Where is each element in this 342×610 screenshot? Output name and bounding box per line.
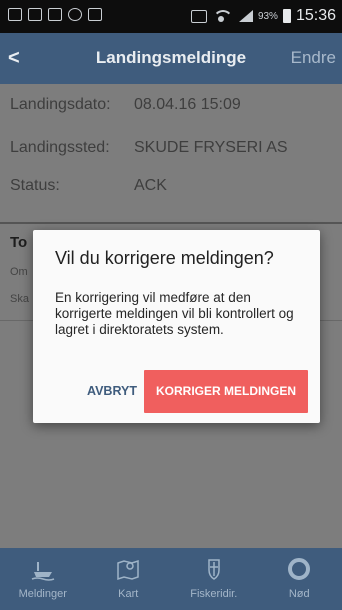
gallery-icon xyxy=(8,8,22,21)
app-bar: < Landingsmeldinge Endre xyxy=(0,33,342,84)
status-bar: 93% 15:36 xyxy=(0,0,342,33)
tab-label: Meldinger xyxy=(18,588,67,600)
email-icon xyxy=(48,8,62,21)
tab-nod[interactable]: Nød xyxy=(257,548,342,610)
section-title: To xyxy=(10,234,28,251)
detail-row-date: Landingsdato: 08.04.16 15:09 xyxy=(10,96,241,114)
detail-value: ACK xyxy=(134,177,167,194)
clock: 15:36 xyxy=(295,7,336,24)
detail-label: Status: xyxy=(10,177,60,194)
wifi-icon xyxy=(212,9,230,23)
detail-label: Landingssted: xyxy=(10,139,110,156)
bottom-tab-bar: Meldinger Kart Fiskeridir. Nød xyxy=(0,548,342,610)
dialog-message: En korrigering vil medføre at den korrig… xyxy=(55,290,294,337)
detail-value: 08.04.16 15:09 xyxy=(134,96,241,113)
detail-label: Landingsdato: xyxy=(10,96,111,113)
edit-button[interactable]: Endre xyxy=(291,48,336,68)
notification-icons xyxy=(8,8,102,21)
fishing-boat-icon xyxy=(31,562,55,581)
detail-value: SKUDE FRYSERI AS xyxy=(134,139,288,156)
section-line: Om xyxy=(10,266,28,278)
download-icon xyxy=(88,8,102,21)
battery-percent: 93% xyxy=(257,10,278,22)
confirm-dialog: Vil du korrigere meldingen? En korrigeri… xyxy=(33,230,320,423)
battery-icon xyxy=(282,9,291,23)
image-icon xyxy=(28,8,42,21)
confirm-button[interactable]: KORRIGER MELDINGEN xyxy=(144,370,308,413)
system-indicators: 93% 15:36 xyxy=(190,7,336,25)
detail-row-status: Status: ACK xyxy=(10,177,167,195)
dialog-title: Vil du korrigere meldingen? xyxy=(55,248,274,268)
sync-icon xyxy=(68,8,82,21)
crest-icon xyxy=(208,559,220,580)
section-divider xyxy=(0,222,342,224)
map-pin-icon xyxy=(117,559,139,581)
tab-fiskeridir[interactable]: Fiskeridir. xyxy=(171,548,257,610)
lifebuoy-icon xyxy=(288,558,311,580)
section-line: Ska xyxy=(10,293,29,305)
tab-label: Nød xyxy=(288,588,310,600)
tab-kart[interactable]: Kart xyxy=(86,548,172,610)
tab-label: Kart xyxy=(118,588,139,600)
tab-label: Fiskeridir. xyxy=(190,588,238,600)
detail-row-place: Landingssted: SKUDE FRYSERI AS xyxy=(10,139,288,157)
mute-icon xyxy=(190,9,207,23)
cancel-button[interactable]: AVBRYT xyxy=(82,378,142,404)
tab-meldinger[interactable]: Meldinger xyxy=(0,548,86,610)
signal-icon xyxy=(235,10,253,22)
